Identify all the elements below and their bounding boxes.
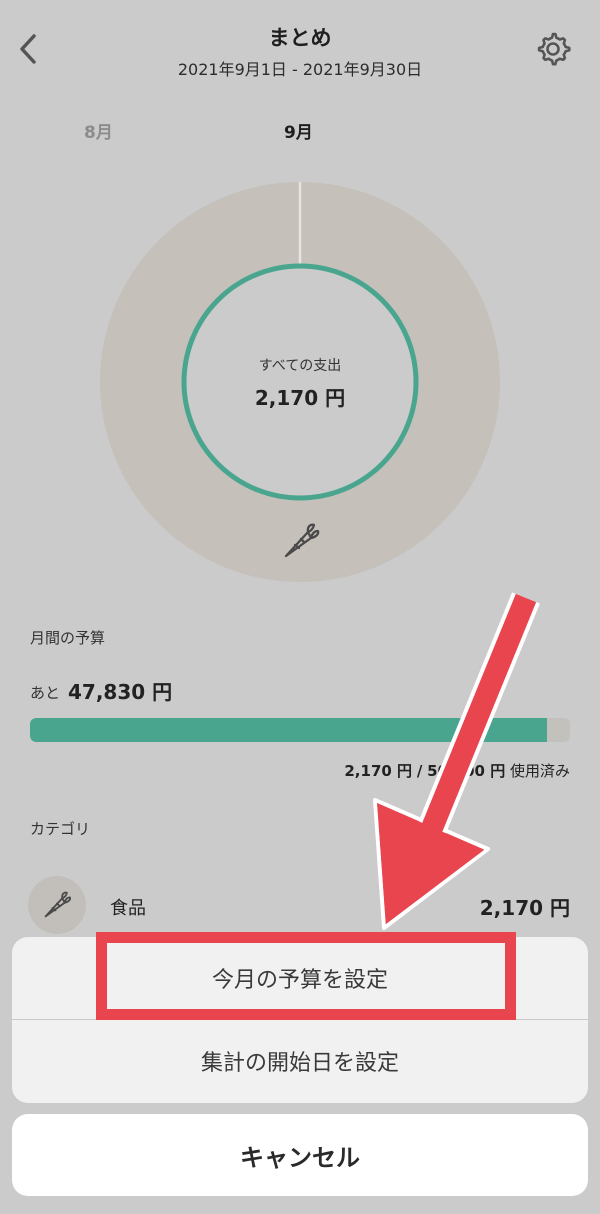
usage-separator: / — [416, 762, 423, 780]
carrot-icon — [284, 523, 320, 558]
gear-icon[interactable] — [534, 30, 572, 68]
arrow-head — [373, 798, 490, 930]
remaining-prefix: あと — [30, 684, 61, 702]
used-amount: 2,170 円 — [344, 762, 413, 780]
arrow-head-fill — [377, 803, 484, 924]
page-title: まとめ — [268, 26, 332, 50]
highlight-box — [96, 932, 516, 1020]
arrow-shaft — [418, 592, 540, 834]
budget-usage-summary: 2,170 円 / 50,000 円 使用済み — [344, 760, 570, 781]
used-suffix: 使用済み — [509, 762, 570, 780]
category-name[interactable]: 食品 — [110, 894, 146, 920]
budget-progress-fill — [30, 718, 547, 742]
category-section-header: カテゴリ — [30, 820, 91, 838]
arrow-shaft-fill — [421, 593, 537, 833]
tab-september[interactable]: 9月 — [284, 118, 313, 143]
budget-total: 50,000 円 — [427, 762, 506, 780]
tab-august[interactable]: 8月 — [84, 118, 113, 143]
budget-progress-bar — [30, 718, 570, 742]
monthly-budget-label: 月間の予算 — [30, 629, 106, 647]
cancel-button[interactable]: キャンセル — [12, 1114, 588, 1196]
remaining-amount: 47,830 円 — [68, 680, 173, 704]
carrot-icon — [44, 891, 72, 918]
donut-center-label: すべての支出 — [258, 358, 342, 374]
date-range: 2021年9月1日 - 2021年9月30日 — [177, 60, 423, 79]
set-start-date-button[interactable]: 集計の開始日を設定 — [12, 1020, 588, 1102]
category-icon-badge[interactable] — [28, 876, 86, 934]
donut-center-total: 2,170 円 — [254, 386, 346, 410]
category-amount: 2,170 円 — [479, 896, 570, 920]
